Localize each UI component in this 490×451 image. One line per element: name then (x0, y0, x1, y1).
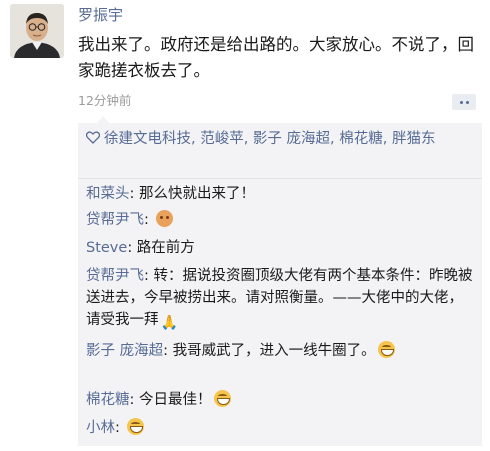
comment-text: : 我哥威武了，进入一线牛圈了。 (163, 343, 376, 359)
post-time: 12分钟前 (78, 93, 132, 108)
comment-text: : (115, 420, 125, 436)
comment-text: : 今日最佳！ (129, 392, 212, 408)
avatar[interactable] (10, 4, 64, 58)
comment-author[interactable]: 小林 (86, 420, 115, 436)
post-text: 我出来了。政府还是给出路的。大家放心。不说了，回家跪搓衣板去了。 (78, 35, 474, 80)
grin-emoji (213, 390, 231, 407)
grin-emoji (377, 341, 395, 358)
author-name[interactable]: 罗振宇 (78, 5, 123, 25)
likes-names[interactable]: 徐建文电科技, 范峻苹, 影子 庞海超, 棉花糖, 胖猫东 (104, 131, 435, 147)
comment-author[interactable]: 贷帮尹飞 (86, 268, 144, 284)
comment-item[interactable]: Steve: 路在前方 (86, 237, 476, 259)
heart-icon (85, 128, 101, 150)
comment-author[interactable]: 和菜头 (86, 186, 130, 202)
comment-item[interactable]: 小林: (86, 417, 476, 439)
comment-text: : (144, 212, 154, 228)
likes-list: 徐建文电科技, 范峻苹, 影子 庞海超, 棉花糖, 胖猫东 (85, 128, 476, 150)
comment-item[interactable]: 棉花糖: 今日最佳！ (86, 389, 476, 411)
comment-text: : 那么快就出来了！ (129, 186, 256, 202)
divider (78, 178, 482, 179)
comment-item[interactable]: 贷帮尹飞: 转：据说投资圈顶级大佬有两个基本条件：昨晚被送进去，今早被捞出来。请… (86, 265, 476, 332)
orange-face-emoji (155, 210, 173, 227)
comment-item[interactable]: 影子 庞海超: 我哥威武了，进入一线牛圈了。 (86, 340, 476, 362)
grin-emoji (126, 418, 144, 435)
comment-author[interactable]: 棉花糖 (86, 392, 130, 408)
comment-item[interactable]: 和菜头: 那么快就出来了！ (86, 183, 476, 205)
more-dot-icon (465, 100, 469, 104)
comment-author[interactable]: Steve (86, 240, 127, 256)
comment-author[interactable]: 影子 庞海超 (86, 343, 163, 359)
more-dot-icon (459, 100, 463, 104)
praying-hands-emoji: 🙏 (160, 315, 179, 331)
comment-item[interactable]: 贷帮尹飞: (86, 209, 476, 231)
comment-button[interactable] (452, 94, 476, 110)
comment-text: : 路在前方 (127, 240, 195, 256)
comment-text: : 转：据说投资圈顶级大佬有两个基本条件：昨晚被送进去，今早被捞出来。请对照衡量… (86, 268, 473, 328)
comment-author[interactable]: 贷帮尹飞 (86, 212, 144, 228)
